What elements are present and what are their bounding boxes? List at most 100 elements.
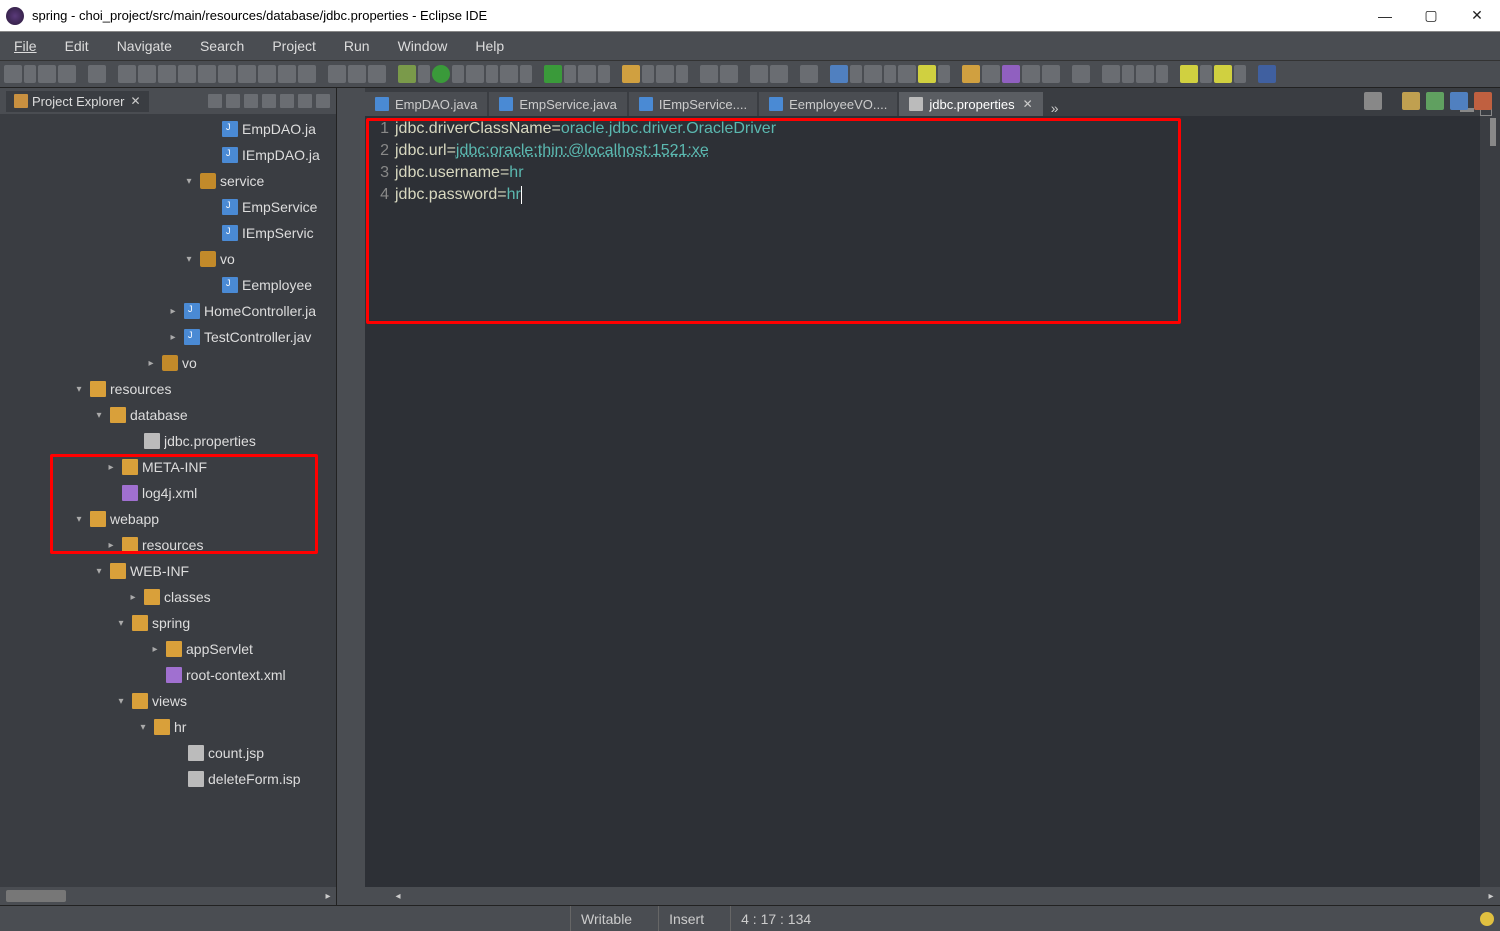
- expand-arrow-icon[interactable]: [182, 254, 196, 265]
- expand-arrow-icon[interactable]: [114, 696, 128, 707]
- toolbar-droptoframe-icon[interactable]: [278, 65, 296, 83]
- toolbar-browser-icon[interactable]: [830, 65, 848, 83]
- menu-navigate[interactable]: Navigate: [103, 32, 186, 60]
- perspective-debug-icon[interactable]: [1426, 92, 1444, 110]
- toolbar-newfile-icon[interactable]: [700, 65, 718, 83]
- toolbar-new-icon[interactable]: [4, 65, 22, 83]
- code-line[interactable]: jdbc.password=hr: [395, 184, 1480, 206]
- expand-arrow-icon[interactable]: [72, 514, 86, 525]
- toolbar-terminal-icon[interactable]: [1258, 65, 1276, 83]
- editor-tab[interactable]: IEmpService....: [629, 92, 757, 116]
- toolbar-stepfilter-icon[interactable]: [298, 65, 316, 83]
- close-button[interactable]: ✕: [1454, 0, 1500, 32]
- toolbar-wand-icon[interactable]: [800, 65, 818, 83]
- toolbar-save-icon[interactable]: [38, 65, 56, 83]
- expand-arrow-icon[interactable]: [104, 540, 118, 551]
- toolbar-highlight-drop-icon[interactable]: [938, 65, 950, 83]
- menu-help[interactable]: Help: [461, 32, 518, 60]
- toolbar-run-icon[interactable]: [432, 65, 450, 83]
- maximize-button[interactable]: ▢: [1408, 0, 1454, 32]
- tree-item[interactable]: HomeController.ja: [0, 298, 336, 324]
- tree-item[interactable]: resources: [0, 376, 336, 402]
- toolbar-stepover-icon[interactable]: [238, 65, 256, 83]
- focus-icon[interactable]: [262, 94, 276, 108]
- code-line[interactable]: jdbc.username=hr: [395, 162, 1480, 184]
- toolbar-back-icon[interactable]: [1180, 65, 1198, 83]
- expand-arrow-icon[interactable]: [148, 644, 162, 655]
- toolbar-stepinto-icon[interactable]: [218, 65, 236, 83]
- toolbar-browser-drop-icon[interactable]: [850, 65, 862, 83]
- tree-item[interactable]: TestController.jav: [0, 324, 336, 350]
- toolbar-bug3-icon[interactable]: [368, 65, 386, 83]
- toolbar-prev-icon[interactable]: [1136, 65, 1154, 83]
- tree-item[interactable]: log4j.xml: [0, 480, 336, 506]
- project-explorer-tab[interactable]: Project Explorer ✕: [6, 91, 149, 112]
- perspective-git-icon[interactable]: [1474, 92, 1492, 110]
- expand-arrow-icon[interactable]: [166, 332, 180, 343]
- project-tree[interactable]: EmpDAO.jaIEmpDAO.jaserviceEmpServiceIEmp…: [0, 114, 336, 887]
- editor-tab[interactable]: EemployeeVO....: [759, 92, 897, 116]
- editor-hscroll[interactable]: ◂ ▸: [365, 887, 1500, 905]
- tree-item[interactable]: root-context.xml: [0, 662, 336, 688]
- expand-arrow-icon[interactable]: [182, 176, 196, 187]
- toolbar-debug-skip-icon[interactable]: [118, 65, 136, 83]
- toolbar-search-drop-icon[interactable]: [884, 65, 896, 83]
- toolbar-server-icon[interactable]: [544, 65, 562, 83]
- expand-arrow-icon[interactable]: [92, 410, 106, 421]
- toolbar-switch-icon[interactable]: [88, 65, 106, 83]
- tree-item[interactable]: hr: [0, 714, 336, 740]
- toolbar-debug-pause-icon[interactable]: [158, 65, 176, 83]
- toolbar-saveall-icon[interactable]: [58, 65, 76, 83]
- tree-item[interactable]: EmpDAO.ja: [0, 116, 336, 142]
- scroll-left-icon[interactable]: ◂: [389, 891, 407, 902]
- maximize-view-icon[interactable]: [316, 94, 330, 108]
- toolbar-bug2-icon[interactable]: [348, 65, 366, 83]
- quick-access-search-icon[interactable]: [1364, 92, 1382, 110]
- minimize-view-icon[interactable]: [298, 94, 312, 108]
- toolbar-search-icon[interactable]: [864, 65, 882, 83]
- toolbar-server-debug-drop-icon[interactable]: [598, 65, 610, 83]
- scroll-right-icon[interactable]: ▸: [320, 891, 336, 902]
- toolbar-debug-disconnect-icon[interactable]: [198, 65, 216, 83]
- tree-item[interactable]: count.jsp: [0, 740, 336, 766]
- toolbar-runlast-icon[interactable]: [500, 65, 518, 83]
- collapse-all-icon[interactable]: [208, 94, 222, 108]
- toolbar-newpkg-icon[interactable]: [622, 65, 640, 83]
- tree-item[interactable]: webapp: [0, 506, 336, 532]
- tree-item[interactable]: deleteForm.isp: [0, 766, 336, 792]
- menu-file[interactable]: File: [0, 32, 51, 60]
- tree-item[interactable]: EmpService: [0, 194, 336, 220]
- toolbar-newpkg-drop-icon[interactable]: [642, 65, 654, 83]
- close-icon[interactable]: ✕: [130, 94, 140, 108]
- expand-arrow-icon[interactable]: [126, 592, 140, 603]
- tree-item[interactable]: resources: [0, 532, 336, 558]
- toolbar-newwin-icon[interactable]: [962, 65, 980, 83]
- tree-item[interactable]: spring: [0, 610, 336, 636]
- toolbar-coverage-icon[interactable]: [466, 65, 484, 83]
- toolbar-back-drop-icon[interactable]: [1200, 65, 1212, 83]
- tree-item[interactable]: classes: [0, 584, 336, 610]
- tree-item[interactable]: IEmpServic: [0, 220, 336, 246]
- toolbar-highlight-icon[interactable]: [918, 65, 936, 83]
- editor-tab[interactable]: EmpDAO.java: [365, 92, 487, 116]
- toolbar-server-drop-icon[interactable]: [564, 65, 576, 83]
- tree-item[interactable]: vo: [0, 350, 336, 376]
- tree-item[interactable]: appServlet: [0, 636, 336, 662]
- tree-item[interactable]: META-INF: [0, 454, 336, 480]
- toolbar-newwin5-icon[interactable]: [1042, 65, 1060, 83]
- tree-item[interactable]: views: [0, 688, 336, 714]
- close-tab-icon[interactable]: ✕: [1023, 97, 1033, 111]
- scroll-right-icon[interactable]: ▸: [1482, 891, 1500, 902]
- expand-arrow-icon[interactable]: [144, 358, 158, 369]
- menu-search[interactable]: Search: [186, 32, 258, 60]
- code-content[interactable]: jdbc.driverClassName=oracle.jdbc.driver.…: [393, 116, 1480, 887]
- filter-icon[interactable]: [244, 94, 258, 108]
- tree-item[interactable]: WEB-INF: [0, 558, 336, 584]
- toolbar-newwin3-icon[interactable]: [1002, 65, 1020, 83]
- toolbar-prev-drop-icon[interactable]: [1156, 65, 1168, 83]
- toolbar-fwd-drop-icon[interactable]: [1234, 65, 1246, 83]
- open-perspective-icon[interactable]: [1402, 92, 1420, 110]
- toolbar-newclass-icon[interactable]: [656, 65, 674, 83]
- explorer-hscroll[interactable]: ▸: [0, 887, 336, 905]
- toolbar-opentask2-icon[interactable]: [770, 65, 788, 83]
